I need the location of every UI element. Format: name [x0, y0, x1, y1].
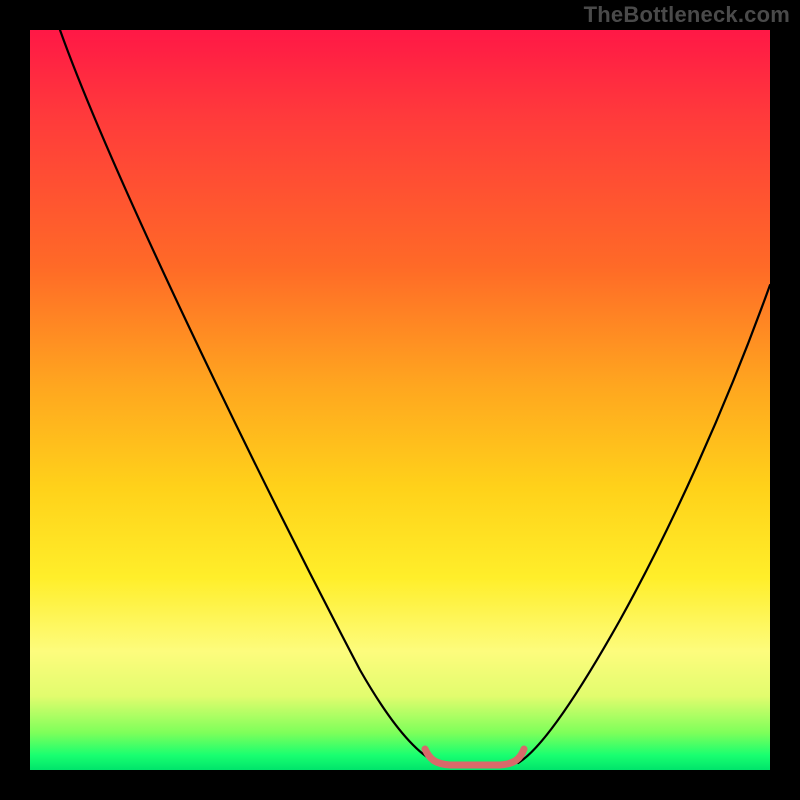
curve-layer: [30, 30, 770, 770]
left-curve: [60, 30, 438, 763]
valley-pink-curve: [425, 749, 524, 765]
right-curve: [518, 285, 770, 763]
chart-stage: TheBottleneck.com: [0, 0, 800, 800]
plot-area: [30, 30, 770, 770]
watermark-text: TheBottleneck.com: [584, 2, 790, 28]
